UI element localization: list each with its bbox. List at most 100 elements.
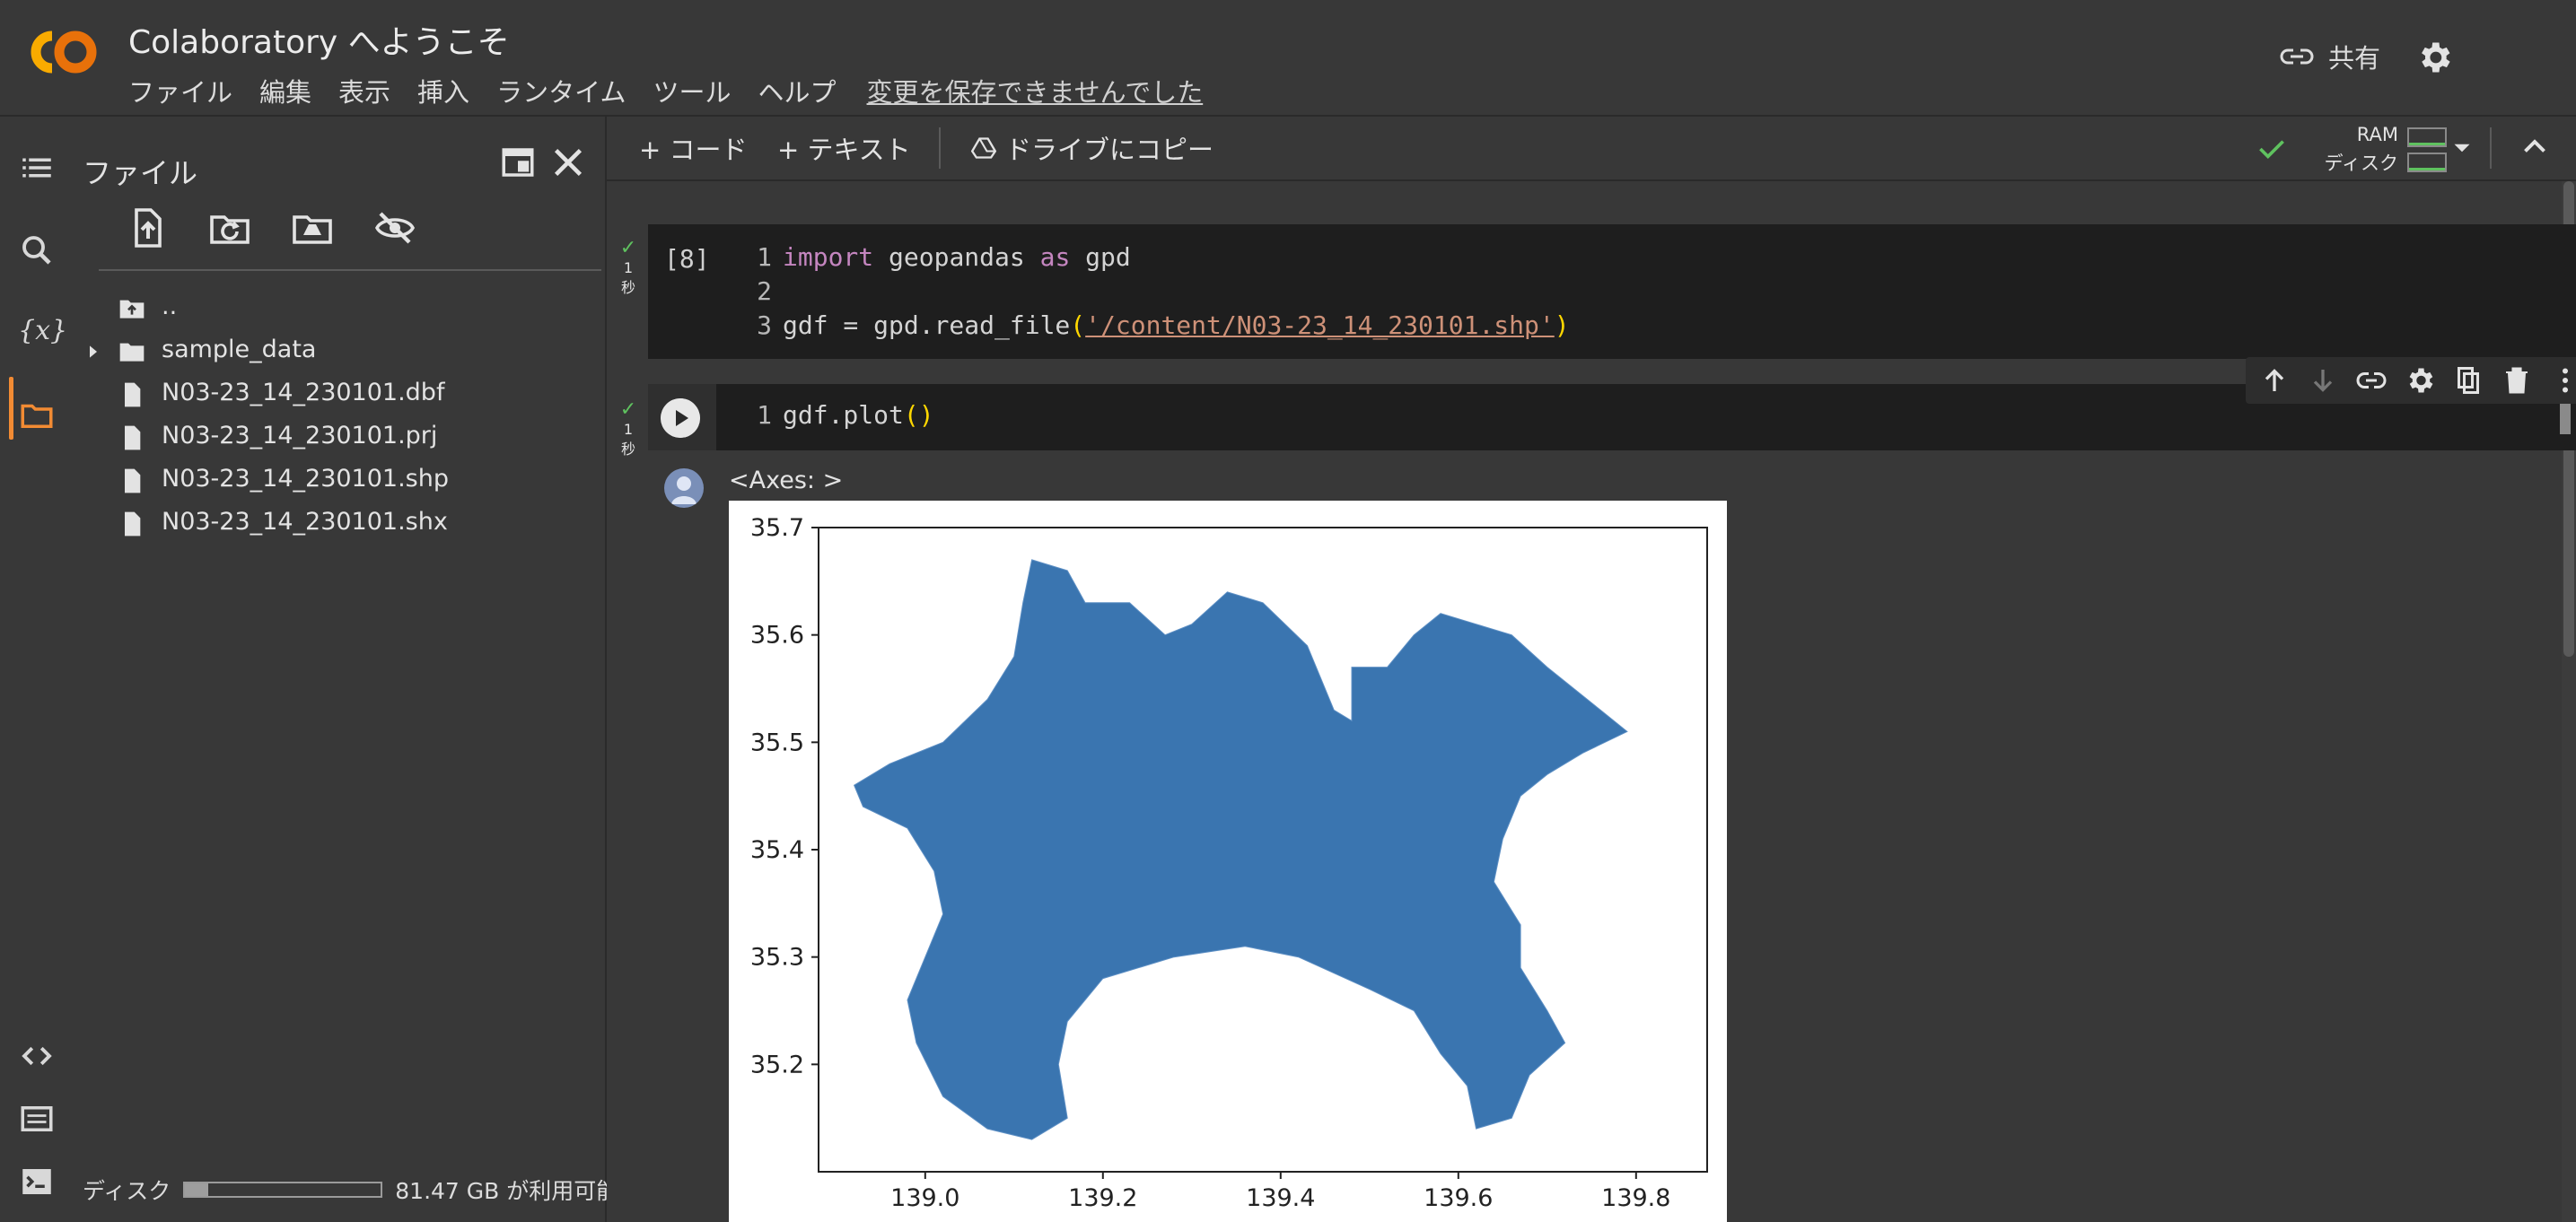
tree-item-label: N03-23_14_230101.shp — [162, 465, 449, 493]
move-up-icon[interactable] — [2258, 364, 2291, 397]
menu-edit[interactable]: 編集 — [259, 72, 311, 109]
ram-label: RAM — [2356, 124, 2398, 145]
share-label: 共有 — [2328, 43, 2381, 74]
share-button[interactable]: 共有 — [2280, 38, 2380, 75]
run-area — [648, 384, 716, 450]
tree-item-label: N03-23_14_230101.prj — [162, 422, 438, 450]
notebook-area: ✓ 1 秒 [8] 1 import geopandas as gpd 2 3 gdf… — [607, 181, 2576, 1222]
code-editor[interactable]: 1 gdf.plot() — [745, 398, 933, 432]
x-tick-label: 139.2 — [1068, 1184, 1137, 1212]
colab-logo-icon[interactable] — [25, 25, 102, 79]
command-palette-icon[interactable] — [18, 1100, 56, 1138]
x-tick-label: 139.0 — [890, 1184, 959, 1212]
chevron-up-icon[interactable] — [2519, 131, 2551, 163]
menu-bar: ファイル 編集 表示 挿入 ランタイム ツール ヘルプ 変更を保存できませんでし… — [128, 72, 1203, 109]
add-text-button[interactable]: + テキスト — [777, 129, 911, 167]
y-tick-label: 35.6 — [750, 622, 804, 650]
tree-item-parent[interactable]: .. — [74, 287, 594, 330]
upload-file-icon[interactable] — [126, 206, 169, 249]
folder-icon[interactable] — [18, 397, 56, 434]
more-vert-icon[interactable] — [2549, 364, 2576, 397]
chevron-down-icon[interactable] — [2447, 133, 2477, 163]
y-tick-label: 35.7 — [750, 514, 804, 542]
disk-free-text: 81.47 GB が利用可能 — [395, 1178, 619, 1204]
code-editor[interactable]: 1 import geopandas as gpd 2 3 gdf = gpd.rea… — [745, 240, 1570, 343]
resource-monitor[interactable]: RAM ディスク — [2256, 120, 2447, 178]
menu-runtime[interactable]: ランタイム — [496, 72, 626, 109]
copy-to-drive-button[interactable]: ドライブにコピー — [971, 129, 1214, 167]
line-number: 1 — [757, 242, 772, 272]
output-avatar[interactable] — [664, 468, 704, 508]
cell-status: ✓ 1 秒 — [618, 400, 639, 459]
mount-drive-icon[interactable] — [291, 206, 334, 249]
hide-hidden-files-icon[interactable] — [373, 206, 416, 249]
code-cell[interactable]: 1 gdf.plot() — [648, 357, 2576, 450]
code-token: ) — [1554, 310, 1570, 340]
menu-tools[interactable]: ツール — [653, 72, 731, 109]
move-down-icon[interactable] — [2307, 364, 2339, 397]
code-snippets-icon[interactable] — [18, 1037, 56, 1075]
google-drive-icon — [971, 137, 996, 159]
link-icon[interactable] — [2355, 364, 2388, 397]
y-tick-label: 35.5 — [750, 729, 804, 756]
y-tick-label: 35.2 — [750, 1051, 804, 1078]
menu-help[interactable]: ヘルプ — [758, 72, 837, 109]
code-token: gdf = gpd.read_file — [783, 310, 1071, 340]
left-icon-rail: {𝑥} — [0, 117, 74, 1222]
file-panel-title: ファイル — [83, 156, 198, 190]
open-in-tab-icon[interactable] — [499, 144, 537, 181]
expand-arrow-icon[interactable] — [84, 337, 102, 366]
code-token: gdf.plot — [783, 400, 904, 430]
execution-count: [8] — [664, 244, 710, 274]
map-plot: 139.0 139.2 139.4 139.6 139.8 35.2 35.3 35.4 35.… — [729, 501, 1727, 1222]
disk-usage-bar-small — [2407, 153, 2447, 172]
menu-insert[interactable]: 挿入 — [417, 72, 469, 109]
refresh-icon[interactable] — [208, 206, 251, 249]
cell-scrollbar[interactable] — [2560, 402, 2571, 434]
code-line: 2 — [745, 275, 1570, 309]
tree-item-label: sample_data — [162, 336, 317, 363]
tree-item-file[interactable]: N03-23_14_230101.shp — [74, 459, 594, 502]
settings-gear-icon[interactable] — [2414, 38, 2454, 77]
delete-icon[interactable] — [2501, 364, 2533, 397]
success-check-icon: ✓ — [619, 398, 637, 421]
cell-toolbar — [2246, 357, 2576, 404]
close-icon[interactable] — [548, 142, 589, 183]
exec-time-value: 1 — [623, 259, 634, 276]
copy-to-drive-label: ドライブにコピー — [1005, 135, 1214, 165]
menu-file[interactable]: ファイル — [128, 72, 232, 109]
file-icon — [125, 425, 141, 450]
table-of-contents-icon[interactable] — [18, 149, 56, 187]
code-token: gpd — [1070, 242, 1131, 272]
tree-item-file[interactable]: N03-23_14_230101.shx — [74, 502, 594, 546]
disk-usage-bar — [183, 1182, 383, 1198]
mirror-cell-icon[interactable] — [2452, 364, 2484, 397]
menu-view[interactable]: 表示 — [338, 72, 390, 109]
line-number: 2 — [757, 276, 772, 306]
notebook-toolbar: + コード + テキスト ドライブにコピー RAM ディスク — [607, 117, 2576, 181]
run-cell-icon[interactable] — [661, 398, 700, 438]
add-code-button[interactable]: + コード — [639, 129, 748, 167]
link-icon — [2280, 48, 2314, 65]
tree-item-label: N03-23_14_230101.dbf — [162, 379, 445, 406]
folder-up-icon — [119, 300, 145, 319]
tree-item-file[interactable]: N03-23_14_230101.dbf — [74, 373, 594, 416]
code-token: as — [1039, 242, 1071, 272]
settings-icon[interactable] — [2404, 364, 2436, 397]
exec-time-value: 1 — [623, 421, 634, 438]
code-line: 1 import geopandas as gpd — [745, 240, 1570, 275]
notebook-title[interactable]: Colaboratory へようこそ — [128, 16, 510, 63]
tree-item-folder[interactable]: sample_data — [74, 330, 594, 373]
variables-icon[interactable]: {𝑥} — [18, 312, 67, 350]
save-status-link[interactable]: 変更を保存できませんでした — [867, 72, 1204, 109]
terminal-icon[interactable] — [18, 1163, 56, 1200]
disk-label: ディスク — [2324, 153, 2398, 174]
file-icon — [125, 511, 141, 537]
file-panel: ファイル .. sample_data N03-23_14_230101.dbf… — [74, 117, 618, 1222]
success-check-icon: ✓ — [619, 237, 637, 259]
code-token: '/content/N03-23_14_230101.shp' — [1085, 310, 1555, 340]
code-line: 3 gdf = gpd.read_file('/content/N03-23_14… — [745, 309, 1570, 343]
search-icon[interactable] — [18, 231, 56, 269]
tree-item-file[interactable]: N03-23_14_230101.prj — [74, 416, 594, 459]
code-cell[interactable]: [8] 1 import geopandas as gpd 2 3 gdf = gpd… — [648, 224, 2576, 359]
